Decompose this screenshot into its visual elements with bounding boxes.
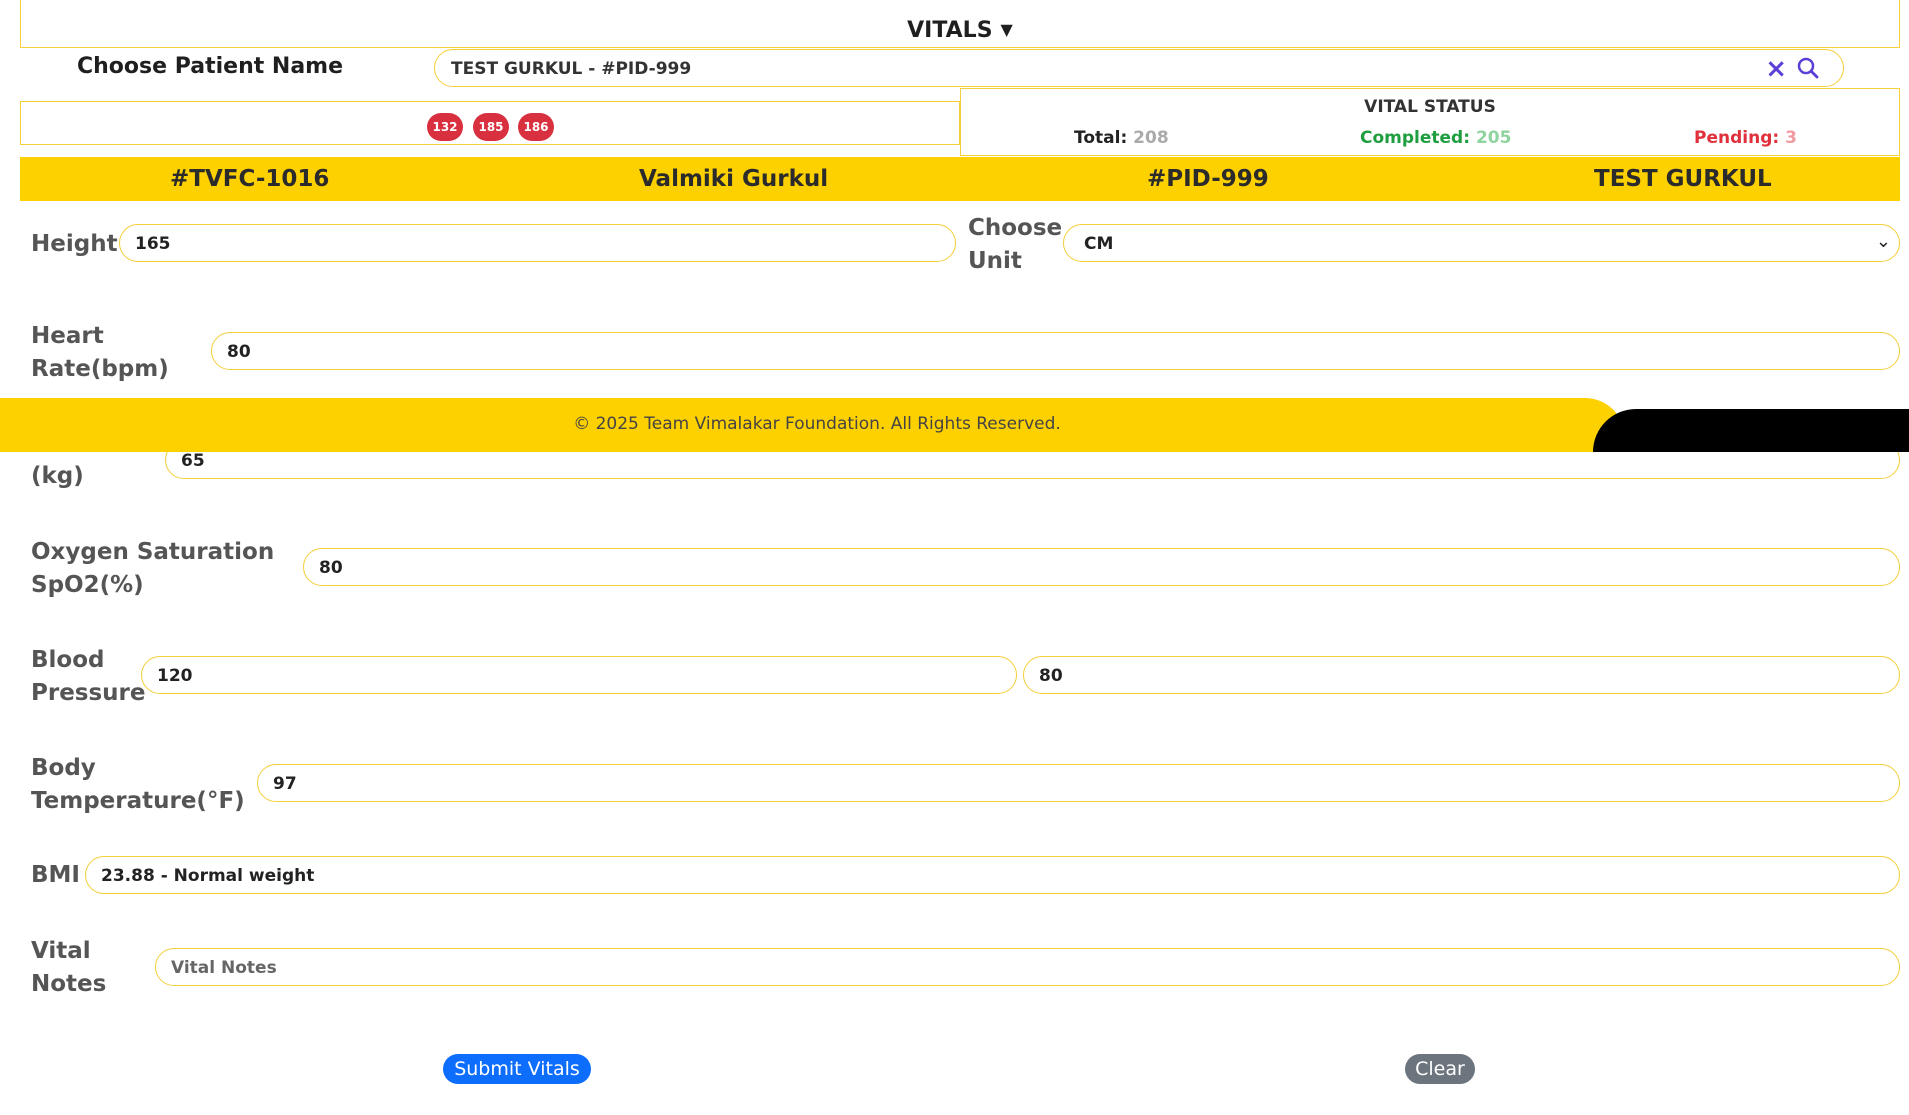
footer-bar: © 2025 Team Vimalakar Foundation. All Ri…	[0, 398, 1625, 452]
systolic-input[interactable]: 120	[141, 656, 1017, 694]
unit-select[interactable]: CM ⌄	[1063, 224, 1900, 262]
patient-badge[interactable]: 185	[473, 113, 509, 141]
blood-pressure-label: Blood Pressure	[31, 647, 146, 706]
spo2-label: Oxygen Saturation SpO2(%)	[31, 539, 275, 598]
search-icon[interactable]	[1797, 57, 1819, 83]
caret-down-icon[interactable]: ▼	[1001, 20, 1013, 39]
pending-count: 3	[1785, 128, 1797, 148]
patient-badge[interactable]: 186	[518, 113, 554, 141]
patient-badge[interactable]: 132	[427, 113, 463, 141]
temperature-label: Body Temperature(°F)	[31, 755, 245, 814]
vitals-header[interactable]: VITALS ▼	[20, 0, 1900, 48]
unit-label: Choose Unit	[968, 215, 1063, 274]
height-input[interactable]: 165	[119, 224, 956, 262]
completed-stat: Completed: 205	[1360, 128, 1512, 148]
total-count: 208	[1133, 128, 1169, 148]
weight-label: (kg)	[31, 463, 84, 489]
vitals-title[interactable]: VITALS ▼	[21, 18, 1899, 43]
submit-vitals-button[interactable]: Submit Vitals	[443, 1054, 591, 1084]
footer-dark-shape	[1593, 409, 1909, 452]
heart-rate-label: Heart Rate(bpm)	[31, 323, 169, 382]
vital-status-panel: VITAL STATUS Total: 208 Completed: 205 P…	[960, 88, 1900, 156]
notes-label: Vital Notes	[31, 938, 107, 997]
patient-search-value: TEST GURKUL - #PID-999	[451, 59, 692, 79]
pending-stat: Pending: 3	[1694, 128, 1797, 148]
spo2-input[interactable]: 80	[303, 548, 1900, 586]
patient-name: TEST GURKUL	[1594, 166, 1772, 192]
temperature-input[interactable]: 97	[257, 764, 1900, 802]
clear-button[interactable]: Clear	[1405, 1054, 1475, 1084]
vital-status-title: VITAL STATUS	[1364, 97, 1496, 117]
diastolic-input[interactable]: 80	[1023, 656, 1900, 694]
total-stat: Total: 208	[1074, 128, 1169, 148]
camp-id: #TVFC-1016	[170, 166, 330, 192]
completed-count: 205	[1475, 128, 1512, 148]
camp-name: Valmiki Gurkul	[639, 166, 829, 192]
vital-notes-input[interactable]: Vital Notes	[155, 948, 1900, 986]
choose-patient-label: Choose Patient Name	[77, 54, 344, 79]
bmi-label: BMI	[31, 862, 80, 888]
patient-id: #PID-999	[1147, 166, 1269, 192]
chevron-down-icon: ⌄	[1875, 231, 1891, 252]
clear-icon[interactable]: ×	[1765, 54, 1787, 84]
bmi-input[interactable]: 23.88 - Normal weight	[85, 856, 1900, 894]
patient-search-input[interactable]: TEST GURKUL - #PID-999 ×	[434, 49, 1844, 87]
footer-copyright: © 2025 Team Vimalakar Foundation. All Ri…	[573, 414, 1061, 434]
patient-info-bar: #TVFC-1016 Valmiki Gurkul #PID-999 TEST …	[20, 157, 1900, 201]
heart-rate-input[interactable]: 80	[211, 332, 1900, 370]
height-label: Height	[31, 231, 118, 257]
patient-badges-panel: 132 185 186	[20, 101, 960, 145]
